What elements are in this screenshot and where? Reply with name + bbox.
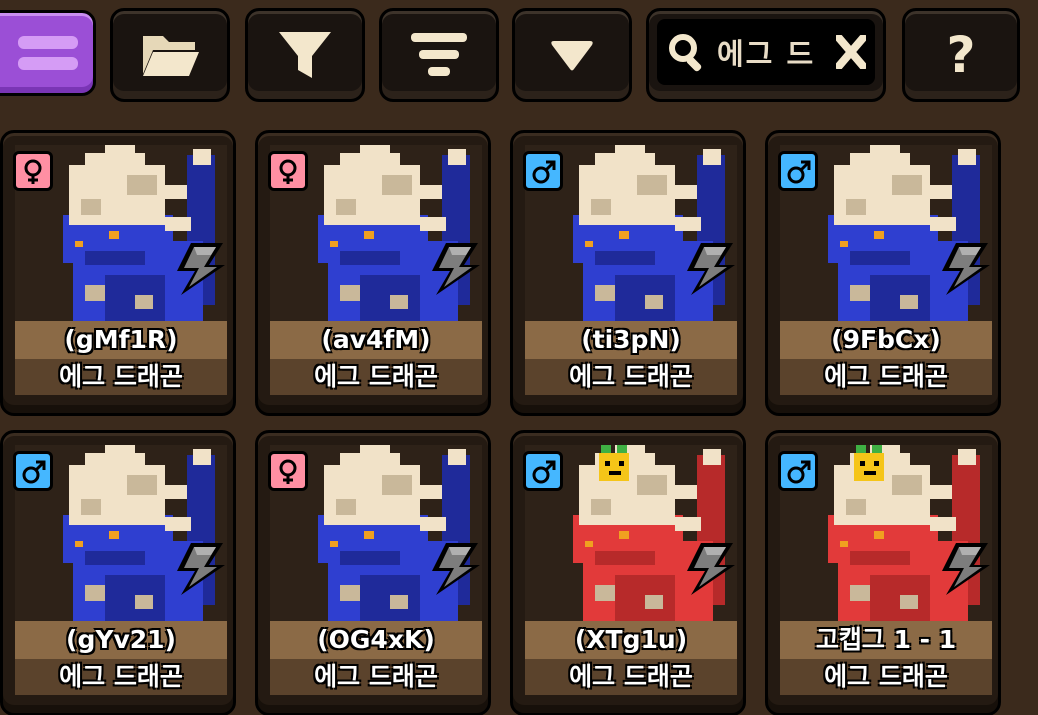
help-button[interactable]: ? [902, 8, 1020, 102]
search-field[interactable]: 에그 드 [646, 8, 886, 102]
dragon-card[interactable]: 고캡그 1 - 1 에그 드래곤 [765, 430, 1001, 715]
dragon-code-label: (9FbCx) [780, 321, 992, 359]
search-input[interactable]: 에그 드 [717, 31, 832, 73]
female-icon [268, 151, 308, 191]
dragon-name-label: 에그 드래곤 [525, 359, 737, 395]
female-icon [268, 451, 308, 491]
magnifier-icon [669, 34, 702, 72]
dragon-code-label: (av4fM) [270, 321, 482, 359]
dragon-code-label: (OG4xK) [270, 621, 482, 659]
dragon-code-label: 고캡그 1 - 1 [780, 621, 992, 659]
dropdown-button[interactable] [512, 8, 632, 102]
filter-button[interactable] [245, 8, 365, 102]
dragon-card[interactable]: (XTg1u) 에그 드래곤 [510, 430, 746, 715]
dragon-name-label: 에그 드래곤 [270, 359, 482, 395]
male-icon [13, 451, 53, 491]
lightning-bolt-icon [940, 541, 992, 601]
male-icon [523, 151, 563, 191]
male-icon [778, 151, 818, 191]
lightning-bolt-icon [175, 541, 227, 601]
dragon-card[interactable]: (ti3pN) 에그 드래곤 [510, 130, 746, 416]
folder-button[interactable] [110, 8, 230, 102]
female-icon [13, 151, 53, 191]
dragon-card[interactable]: (av4fM) 에그 드래곤 [255, 130, 491, 416]
dragon-name-label: 에그 드래곤 [780, 659, 992, 695]
sort-lines-icon [411, 33, 467, 76]
lightning-bolt-icon [430, 241, 482, 301]
hamburger-menu-icon [18, 28, 78, 78]
dragon-name-label: 에그 드래곤 [15, 659, 227, 695]
toolbar: 에그 드 ? [0, 0, 1038, 110]
dragon-code-label: (gYv21) [15, 621, 227, 659]
dragon-name-label: 에그 드래곤 [525, 659, 737, 695]
lightning-bolt-icon [685, 541, 737, 601]
dragon-name-label: 에그 드래곤 [15, 359, 227, 395]
sort-button[interactable] [379, 8, 499, 102]
lightning-bolt-icon [430, 541, 482, 601]
dragon-card[interactable]: (9FbCx) 에그 드래곤 [765, 130, 1001, 416]
dragon-name-label: 에그 드래곤 [780, 359, 992, 395]
lightning-bolt-icon [685, 241, 737, 301]
dragon-code-label: (ti3pN) [525, 321, 737, 359]
triangle-down-icon [551, 41, 593, 71]
lightning-bolt-icon [940, 241, 992, 301]
filter-funnel-icon [279, 32, 331, 78]
dragon-card[interactable]: (gMf1R) 에그 드래곤 [0, 130, 236, 416]
menu-button[interactable] [0, 10, 96, 96]
dragon-code-label: (XTg1u) [525, 621, 737, 659]
question-mark-icon: ? [946, 26, 976, 84]
male-icon [778, 451, 818, 491]
male-icon [523, 451, 563, 491]
dragon-card[interactable]: (gYv21) 에그 드래곤 [0, 430, 236, 715]
dragon-code-label: (gMf1R) [15, 321, 227, 359]
lightning-bolt-icon [175, 241, 227, 301]
dragon-card[interactable]: (OG4xK) 에그 드래곤 [255, 430, 491, 715]
folder-icon [143, 36, 199, 76]
dragon-name-label: 에그 드래곤 [270, 659, 482, 695]
clear-x-icon[interactable] [836, 35, 866, 69]
